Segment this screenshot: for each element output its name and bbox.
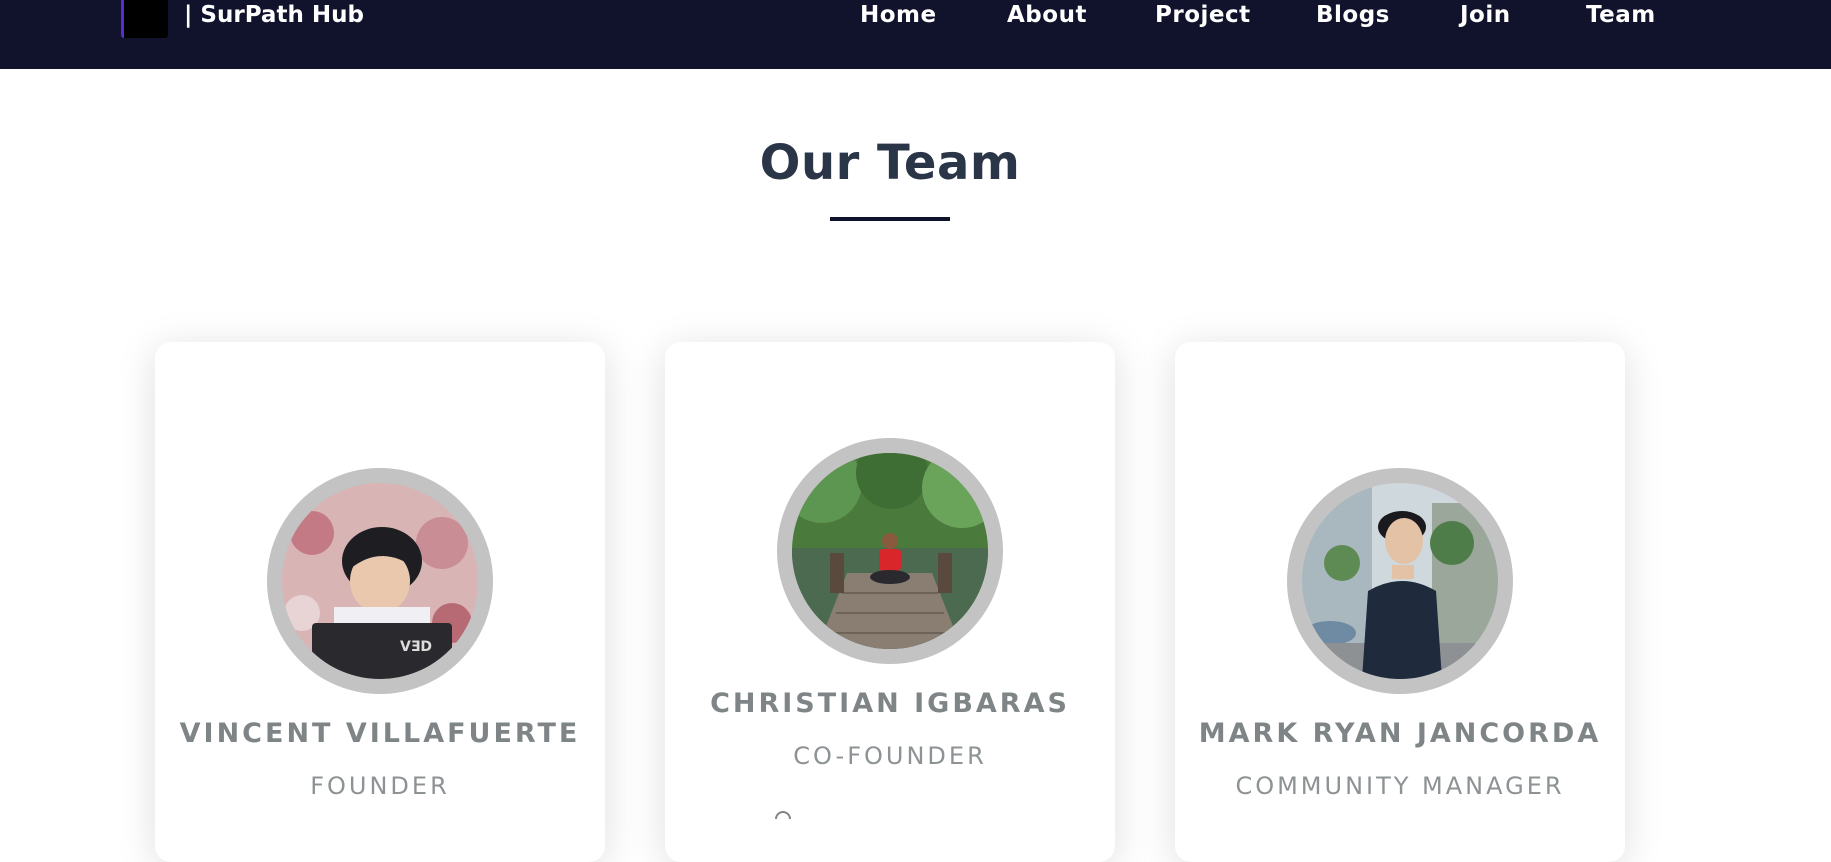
nav-link-join[interactable]: Join bbox=[1460, 0, 1511, 30]
team-card-founder: VƎD VINCENT VILLAFUERTE FOUNDER bbox=[155, 342, 605, 862]
avatar-photo bbox=[777, 438, 1003, 664]
logo-icon[interactable] bbox=[121, 0, 168, 38]
member-name: VINCENT VILLAFUERTE bbox=[179, 718, 581, 749]
team-card-cofounder: CHRISTIAN IGBARAS CO-FOUNDER bbox=[665, 342, 1115, 862]
nav-link-blogs[interactable]: Blogs bbox=[1316, 0, 1390, 30]
title-underline bbox=[830, 217, 950, 221]
member-role: COMMUNITY MANAGER bbox=[1235, 772, 1565, 800]
member-role: FOUNDER bbox=[310, 772, 450, 800]
social-icon[interactable] bbox=[775, 811, 791, 819]
nav-link-project[interactable]: Project bbox=[1155, 0, 1251, 30]
member-name: MARK RYAN JANCORDA bbox=[1198, 718, 1602, 749]
team-card-community-manager: MARK RYAN JANCORDA COMMUNITY MANAGER bbox=[1175, 342, 1625, 862]
section-title: Our Team bbox=[759, 135, 1021, 191]
member-role: CO-FOUNDER bbox=[793, 742, 987, 770]
navbar: | SurPath Hub Home About Project Blogs J… bbox=[0, 0, 1831, 69]
nav-link-about[interactable]: About bbox=[1007, 0, 1087, 30]
brand-title[interactable]: | SurPath Hub bbox=[184, 0, 364, 30]
nav-link-home[interactable]: Home bbox=[860, 0, 937, 30]
avatar-photo bbox=[1287, 468, 1513, 694]
member-name: CHRISTIAN IGBARAS bbox=[710, 688, 1070, 719]
nav-link-team[interactable]: Team bbox=[1586, 0, 1656, 30]
svg-text:VƎD: VƎD bbox=[400, 639, 432, 655]
avatar-photo: VƎD bbox=[267, 468, 493, 694]
